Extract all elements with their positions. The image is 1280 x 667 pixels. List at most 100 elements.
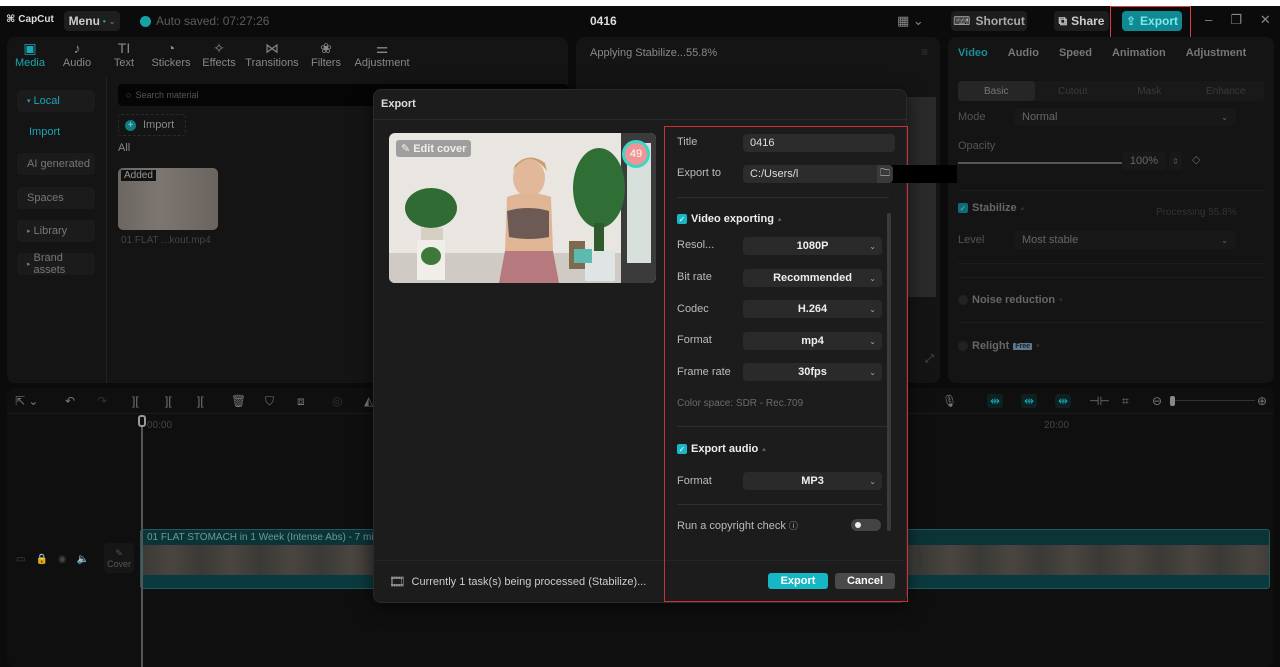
divider [958,190,1264,191]
sidebar-item-spaces[interactable]: Spaces [17,187,95,209]
tab-adjustment-props[interactable]: Adjustment [1186,47,1247,59]
split-left-icon[interactable]: ][ [165,394,172,408]
shortcut-button[interactable]: ⌨ Shortcut [951,11,1027,31]
noise-reduction-toggle[interactable]: Noise reduction ▾ [958,294,1063,306]
copyright-check-toggle[interactable] [851,519,881,531]
level-select[interactable]: Most stable ⌄ [1014,231,1236,249]
tab-adjustment[interactable]: ⚌ Adjustment [351,37,413,69]
stabilize-toggle[interactable]: ✓ Stabilize ▴ [958,202,1024,214]
split-icon[interactable]: ][ [132,394,139,408]
audio-format-select[interactable]: MP3 ⌄ [743,472,882,490]
zoom-out-icon[interactable]: ⊖ [1152,394,1162,408]
tab-media[interactable]: ▣ Media [7,37,53,69]
player-status: Applying Stabilize...55.8% [590,47,718,59]
menu-button[interactable]: Menu • ⌄ [64,11,120,31]
subtab-mask[interactable]: Mask [1111,81,1188,101]
zoom-slider-handle[interactable] [1170,396,1175,406]
tab-video[interactable]: Video [958,47,988,59]
sidebar-item-brand-assets[interactable]: ▸ Brand assets [17,252,95,276]
undo-icon[interactable]: ↶ [65,394,75,408]
opacity-stepper[interactable]: ⇕ [1169,152,1182,170]
speaker-icon[interactable]: 🔈 [77,554,89,565]
subtab-enhance[interactable]: Enhance [1188,81,1265,101]
relight-toggle[interactable]: Relight Free ▾ [958,340,1040,352]
title-input[interactable]: 0416 [743,134,895,152]
caret-down-icon: ▾ [1059,297,1063,304]
filter-all[interactable]: All [118,142,130,154]
sidebar-item-library[interactable]: ▸ Library [17,220,95,242]
delete-icon[interactable]: 🗑 [231,394,246,408]
link-icon[interactable]: ⇹ [1055,394,1072,408]
split-right-icon[interactable]: ][ [197,394,204,408]
marker-icon[interactable]: ⛉ [265,394,274,409]
help-circle-icon[interactable]: ⓘ [789,521,798,531]
quality-score-badge[interactable]: 49 [622,140,650,168]
select-tool-icon[interactable]: ⇱ ⌄ [15,394,38,408]
sidebar-item-ai-generated[interactable]: AI generated [17,153,95,175]
play-circle-icon[interactable]: ◎ [332,394,342,408]
resolution-select[interactable]: 1080P ⌄ [743,237,882,255]
eye-icon[interactable]: ◉ [58,554,67,565]
export-dialog: Export ✎ Edit cover 49 🎞 Currently 1 task [373,89,957,603]
tab-audio-props[interactable]: Audio [1008,47,1039,59]
export-path-input[interactable]: C:/Users/l 🗀 [743,165,957,183]
cover-preview[interactable]: ✎ Edit cover 49 [389,133,656,283]
layout-icon[interactable]: ▦ ⌄ [897,13,924,29]
close-icon[interactable]: ✕ [1260,12,1271,28]
playhead-handle[interactable] [138,415,146,427]
subtab-basic[interactable]: Basic [958,81,1035,101]
checkbox-checked-icon: ✓ [677,214,687,224]
tab-effects[interactable]: ✧ Effects [195,37,243,69]
framerate-select[interactable]: 30fps ⌄ [743,363,882,381]
mirror-icon[interactable]: ◭ [364,394,373,408]
restore-icon[interactable]: ❐ [1230,12,1242,28]
export-button[interactable]: Export [768,573,828,589]
tab-animation[interactable]: Animation [1112,47,1166,59]
redo-icon[interactable]: ↷ [97,394,107,408]
lock-icon[interactable]: 🔒 [35,554,47,565]
playhead-line[interactable] [141,416,143,667]
cancel-button[interactable]: Cancel [835,573,895,589]
app-logo: ⌘ CapCut [6,14,54,25]
main-track-magnet-icon[interactable]: ⇹ [987,394,1004,408]
zoom-in-icon[interactable]: ⊕ [1257,394,1267,408]
tab-text[interactable]: TI Text [101,37,147,69]
mode-select[interactable]: Normal ⌄ [1014,108,1236,126]
sidebar-item-import[interactable]: Import [29,126,60,138]
tab-transitions[interactable]: ⋈ Transitions [243,37,301,69]
format-select[interactable]: mp4 ⌄ [743,332,882,350]
free-badge: Free [1013,342,1033,350]
export-audio-toggle[interactable]: ✓ Export audio ▴ [677,443,766,455]
import-button[interactable]: + Import [118,114,186,136]
hamburger-menu-icon[interactable]: ≡ [921,45,928,59]
tab-audio[interactable]: ♪ Audio [53,37,101,69]
keyframe-icon[interactable]: ◇ [1192,153,1200,166]
auto-snap-icon[interactable]: ⇹ [1021,394,1038,408]
settings-scrollbar[interactable] [887,213,891,531]
microphone-icon[interactable]: 🎙 [942,394,957,408]
opacity-label: Opacity [958,140,996,152]
video-exporting-toggle[interactable]: ✓ Video exporting ▴ [677,213,781,225]
share-icon: ⧉ [1058,13,1068,28]
task-status: 🎞 Currently 1 task(s) being processed (St… [389,574,647,589]
folder-icon[interactable]: 🗀 [877,165,893,183]
tab-filters[interactable]: ❀ Filters [301,37,351,69]
sidebar-item-local[interactable]: ▾ Local [17,90,95,112]
minimize-icon[interactable]: – [1205,12,1212,28]
fullscreen-icon[interactable]: ⤢ [925,353,934,366]
track-cover-icon[interactable]: ▭ [16,554,25,565]
tab-speed[interactable]: Speed [1059,47,1092,59]
tab-stickers[interactable]: ◔ Stickers [147,37,195,69]
share-button[interactable]: ⧉ Share [1054,11,1109,31]
subtab-cutout[interactable]: Cutout [1035,81,1112,101]
freeze-icon[interactable]: ⧈ [297,394,305,409]
opacity-value[interactable]: 100% [1122,152,1166,170]
zoom-slider-track[interactable] [1170,400,1255,401]
media-item-thumbnail[interactable]: Added [118,168,218,230]
edit-cover-button[interactable]: ✎ Edit cover [396,140,472,157]
codec-select[interactable]: H.264 ⌄ [743,300,882,318]
zoom-fit-icon[interactable]: ⌗ [1122,394,1129,409]
cover-button[interactable]: ✎ Cover [104,543,134,573]
bitrate-select[interactable]: Recommended ⌄ [743,269,882,287]
preview-axis-icon[interactable]: ⊣⊢ [1089,394,1110,408]
